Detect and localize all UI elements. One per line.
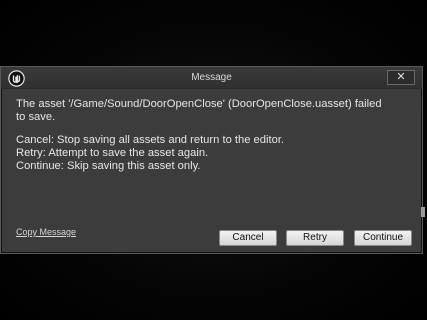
screen-background: Message ✕ The asset '/Game/Sound/DoorOpe… [0,0,427,320]
cancel-button[interactable]: Cancel [219,230,277,246]
resize-edge[interactable] [421,207,425,217]
option-cancel-text: Cancel: Stop saving all assets and retur… [16,134,285,146]
message-body: The asset '/Game/Sound/DoorOpenClose' (D… [16,98,414,183]
title-bar[interactable]: Message ✕ [1,67,422,89]
message-text-line: The asset '/Game/Sound/DoorOpenClose' (D… [16,98,382,110]
message-text-line: to save. [16,111,56,123]
message-dialog: Message ✕ The asset '/Game/Sound/DoorOpe… [0,66,425,254]
window-title: Message [191,72,232,83]
option-continue-text: Continue: Skip saving this asset only. [16,160,201,172]
continue-button[interactable]: Continue [354,230,412,246]
option-retry-text: Retry: Attempt to save the asset again. [16,147,209,159]
close-button[interactable]: ✕ [387,70,415,85]
close-icon: ✕ [396,71,406,83]
copy-message-link[interactable]: Copy Message [16,227,76,237]
retry-button[interactable]: Retry [286,230,344,246]
